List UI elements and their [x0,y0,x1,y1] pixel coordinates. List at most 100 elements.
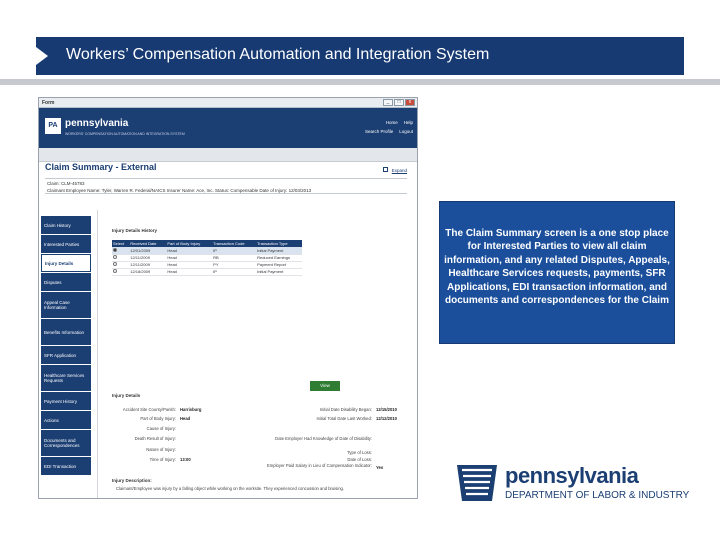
col-header: Transaction Type [256,240,302,247]
history-label: Injury Details History [112,228,158,233]
close-button[interactable]: x [405,99,415,106]
sidebar-item-appeal-case[interactable]: Appeal Case Information [41,292,91,318]
claim-details: Claimant Employee Name: Tyler, Warren R.… [47,188,312,193]
pa-logo: pennsylvania DEPARTMENT OF LABOR & INDUS… [455,463,695,503]
table-cell: Head [166,268,213,276]
field-value: Head [180,416,191,421]
slide: Workers’ Compensation Automation and Int… [0,0,720,540]
table-cell: Reduced Earnings [256,254,302,262]
slide-title: Workers’ Compensation Automation and Int… [66,46,490,63]
table-cell: RB [212,254,257,262]
description-label: Injury Description: [112,478,152,483]
app-header: PA pennsylvania WORKERS' COMPENSATION AU… [39,108,417,148]
radio-button[interactable] [113,255,117,259]
field-value: 12/12/2010 [376,416,397,421]
logo-department: DEPARTMENT OF LABOR & INDUSTRY [505,490,690,501]
table-cell: IP [212,247,257,255]
logout-link[interactable]: Logout [399,127,413,136]
sidebar-item-interested-parties[interactable]: Interested Parties [41,235,91,253]
radio-button[interactable] [113,262,117,266]
maximize-button[interactable]: □ [394,99,404,106]
table-cell: Head [166,261,213,269]
field-label: Employer Paid Salary in Lieu of Compensa… [267,463,372,468]
sidebar-item-benefits[interactable]: Benefits Information [41,319,91,345]
help-link[interactable]: Help [404,118,413,127]
sidebar-item-documents[interactable]: Documents and Correspondences [41,430,91,456]
field-label: Part of Body Injury: [140,416,176,421]
home-link[interactable]: Home [386,118,398,127]
radio-button[interactable] [113,269,117,273]
field-label: Accident Site County/Parish: [122,407,176,412]
sidebar: Claim History Interested Parties Injury … [41,216,91,476]
header-links: Home Help Search Profile Logout [359,118,413,136]
sidebar-item-sfr-application[interactable]: SFR Application [41,346,91,364]
table-cell: IP [212,268,257,276]
table-header-row: Select Received Date Part of Body Injury… [112,240,302,247]
field-label: Initial Total Date Last Worked: [316,416,372,421]
table-cell: Initial Payment [256,268,302,276]
expand-link[interactable]: Expand [392,168,407,173]
sidebar-item-edi-transaction[interactable]: EDI Transaction [41,457,91,475]
sidebar-item-injury-details[interactable]: Injury Details [41,254,91,272]
col-header: Part of Body Injury [166,240,213,247]
sidebar-item-actions[interactable]: Actions [41,411,91,429]
field-value: Yes [376,465,384,470]
details-label: Injury Details [112,393,141,398]
arrow-icon [36,47,48,65]
col-header: Transaction Code [212,240,257,247]
main-content: Injury Details History Select Received D… [97,210,413,498]
page-title: Claim Summary - External [45,162,157,172]
table-cell: 12/11/2009 [129,254,167,262]
field-label: Date of Loss: [347,457,372,462]
table-cell: 12/01/2009 [129,247,167,255]
claim-number: Claim: CLM-45783 [47,181,85,186]
claim-info-bar: Claim: CLM-45783 Claimant Employee Name:… [45,178,407,194]
field-value: 13:00 [180,457,191,462]
window-controls: _ □ x [383,99,415,106]
table-cell: 12/11/2009 [129,261,167,269]
field-label: Death Result of Injury: [134,436,176,441]
keystone-icon [457,465,497,501]
table-row[interactable]: 12/01/2009 Head IP Initial Payment [112,247,302,255]
field-label: Nature of Injury: [146,447,176,452]
window-title: Form [42,100,55,106]
app-brand: pennsylvania [65,118,129,129]
table-cell: Head [166,254,213,262]
radio-button[interactable] [113,247,117,252]
field-label: Cause of Injury: [146,426,176,431]
table-cell: 12/18/2009 [129,268,167,276]
field-label: Initial Date Disability Began: [319,407,372,412]
expand-icon[interactable] [383,167,388,172]
window-titlebar: Form _ □ x [39,98,417,108]
field-value: 12/15/2010 [376,407,397,412]
sidebar-item-healthcare[interactable]: Healthcare Services Requests [41,365,91,391]
field-label: Date Employer Had Knowledge of Date of D… [275,436,372,441]
sidebar-item-payment-history[interactable]: Payment History [41,392,91,410]
title-banner: Workers’ Compensation Automation and Int… [36,37,684,75]
minimize-button[interactable]: _ [383,99,393,106]
view-button[interactable]: View [310,381,340,391]
history-table: Select Received Date Part of Body Injury… [112,240,302,276]
search-profile-link[interactable]: Search Profile [365,127,393,136]
table-row[interactable]: 12/11/2009 Head PY Payment Report [112,261,302,269]
table-cell: Head [166,247,213,255]
table-row[interactable]: 12/11/2009 Head RB Reduced Earnings [112,254,302,262]
col-header: Select [112,240,130,247]
field-value: Harrisburg [180,407,202,412]
field-label: Time of Injury: [149,457,176,462]
logo-name: pennsylvania [505,463,639,488]
callout-box: The Claim Summary screen is a one stop p… [439,201,675,344]
nav-strip [39,148,417,162]
table-cell: Initial Payment [256,247,302,255]
sidebar-item-disputes[interactable]: Disputes [41,273,91,291]
table-row[interactable]: 12/18/2009 Head IP Initial Payment [112,268,302,276]
pa-logo-icon: PA [45,118,61,134]
app-subtitle: WORKERS' COMPENSATION AUTOMATION AND INT… [65,132,185,136]
field-label: Type of Loss: [347,450,372,455]
screenshot-window: Form _ □ x PA pennsylvania WORKERS' COMP… [38,97,418,499]
table-cell: Payment Report [256,261,302,269]
description-text: Claimant/Employee was injury by a fallin… [116,486,345,491]
col-header: Received Date [129,240,167,247]
sidebar-item-claim-history[interactable]: Claim History [41,216,91,234]
table-cell: PY [212,261,257,269]
